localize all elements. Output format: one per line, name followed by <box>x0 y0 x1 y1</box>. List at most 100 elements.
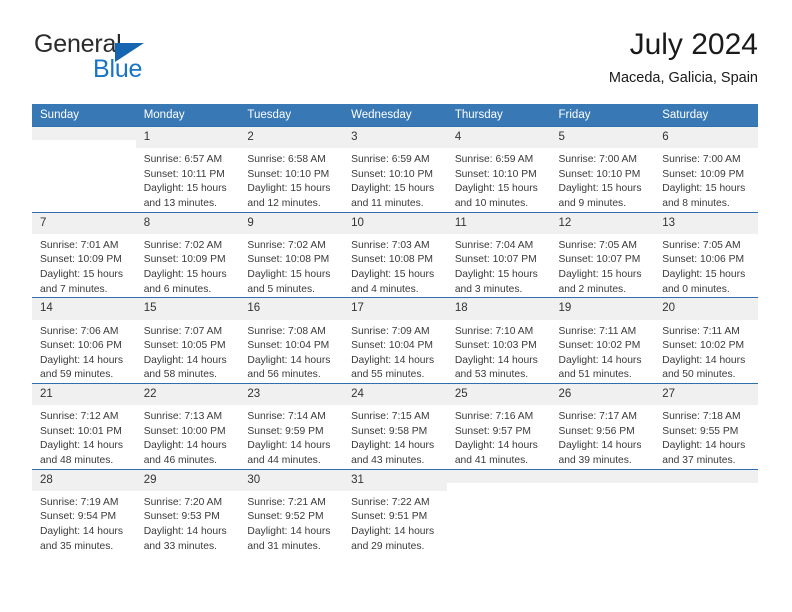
daylight-duration-line2: and 12 minutes. <box>247 198 321 210</box>
calendar-day-cell[interactable]: 16 Sunrise: 7:08 AM Sunset: 10:04 PM Daylig… <box>239 297 344 384</box>
calendar-day-cell[interactable]: 4 Sunrise: 6:59 AM Sunset: 10:10 PM Dayligh… <box>446 126 551 213</box>
day-number: 3 <box>343 127 447 149</box>
calendar-day-cell[interactable]: 9 Sunrise: 7:02 AM Sunset: 10:08 PM Dayligh… <box>239 211 344 298</box>
sunrise-time: Sunrise: 7:11 AM <box>558 325 637 337</box>
day-details: Sunrise: 7:02 AM Sunset: 10:09 PM Daylight… <box>136 234 240 297</box>
daylight-duration-line1: Daylight: 14 hours <box>40 354 123 366</box>
sunrise-time: Sunrise: 7:06 AM <box>40 325 119 337</box>
calendar-day-cell[interactable]: 14 Sunrise: 7:06 AM Sunset: 10:06 PM Daylig… <box>32 297 136 384</box>
daylight-duration-line1: Daylight: 14 hours <box>247 354 331 366</box>
sunrise-time: Sunrise: 6:59 AM <box>454 154 534 166</box>
sunset-time: Sunset: 10:10 PM <box>558 168 641 180</box>
calendar-day-cell[interactable]: 10 Sunrise: 7:03 AM Sunset: 10:08 PM Daylig… <box>343 211 447 298</box>
sunset-time: Sunset: 9:53 PM <box>143 511 220 523</box>
calendar-day-cell[interactable]: 22 Sunrise: 7:13 AM Sunset: 10:00 PM Daylig… <box>135 382 240 470</box>
calendar-day-cell[interactable]: 3 Sunrise: 6:59 AM Sunset: 10:10 PM Dayligh… <box>343 126 447 213</box>
calendar-day-cell[interactable]: 25 Sunrise: 7:16 AM Sunset: 9:57 PM Dayligh… <box>446 382 551 470</box>
daylight-duration-line1: Daylight: 15 hours <box>143 183 227 195</box>
day-number: 24 <box>343 383 447 406</box>
day-details: Sunrise: 7:12 AM Sunset: 10:01 PM Daylight… <box>32 405 136 468</box>
sunset-time: Sunset: 10:07 PM <box>558 254 641 266</box>
sunrise-time: Sunrise: 7:12 AM <box>40 411 119 423</box>
calendar-day-cell[interactable]: 2 Sunrise: 6:58 AM Sunset: 10:10 PM Dayligh… <box>239 126 344 213</box>
sunset-time: Sunset: 10:07 PM <box>454 254 537 266</box>
day-number: 29 <box>135 469 240 491</box>
daylight-duration-line2: and 55 minutes. <box>351 369 425 381</box>
calendar-day-cell[interactable]: 15 Sunrise: 7:07 AM Sunset: 10:05 PM Daylig… <box>135 297 240 384</box>
day-details: Sunrise: 7:05 AM Sunset: 10:06 PM Daylight… <box>654 234 758 297</box>
calendar-day-cell[interactable]: 12 Sunrise: 7:05 AM Sunset: 10:07 PM Daylig… <box>550 211 655 298</box>
day-number: 10 <box>343 212 447 234</box>
day-details: Sunrise: 7:05 AM Sunset: 10:07 PM Daylight… <box>551 234 655 297</box>
day-number: 27 <box>654 383 758 406</box>
calendar-day-cell[interactable]: 26 Sunrise: 7:17 AM Sunset: 9:56 PM Dayligh… <box>550 382 655 470</box>
day-number <box>32 127 136 140</box>
weekday-header-friday: Friday <box>550 104 655 127</box>
day-number: 18 <box>446 298 551 320</box>
calendar-day-cell[interactable]: 24 Sunrise: 7:15 AM Sunset: 9:58 PM Dayligh… <box>343 382 447 470</box>
calendar-day-cell[interactable]: 8 Sunrise: 7:02 AM Sunset: 10:09 PM Dayligh… <box>135 211 240 298</box>
sunset-time: Sunset: 9:55 PM <box>662 425 739 437</box>
day-number: 19 <box>550 298 655 320</box>
day-details: Sunrise: 7:06 AM Sunset: 10:06 PM Daylight… <box>32 320 136 383</box>
daylight-duration-line2: and 3 minutes. <box>454 283 523 295</box>
sunrise-time: Sunrise: 7:05 AM <box>558 239 637 251</box>
daylight-duration-line1: Daylight: 14 hours <box>143 526 227 538</box>
day-number: 26 <box>550 383 655 406</box>
day-number: 11 <box>446 212 551 234</box>
daylight-duration-line1: Daylight: 15 hours <box>454 183 538 195</box>
day-details: Sunrise: 7:16 AM Sunset: 9:57 PM Daylight:… <box>447 405 551 468</box>
sunrise-time: Sunrise: 7:20 AM <box>143 496 223 508</box>
sunset-time: Sunset: 10:02 PM <box>662 340 745 352</box>
daylight-duration-line2: and 4 minutes. <box>351 283 419 295</box>
daylight-duration-line1: Daylight: 14 hours <box>454 440 538 452</box>
calendar-day-cell[interactable]: 7 Sunrise: 7:01 AM Sunset: 10:09 PM Dayligh… <box>32 211 136 298</box>
day-details: Sunrise: 7:17 AM Sunset: 9:56 PM Daylight:… <box>551 405 655 468</box>
day-details: Sunrise: 7:00 AM Sunset: 10:10 PM Daylight… <box>551 148 655 211</box>
calendar-day-cell[interactable]: 21 Sunrise: 7:12 AM Sunset: 10:01 PM Daylig… <box>32 382 136 470</box>
calendar-day-cell[interactable]: 18 Sunrise: 7:10 AM Sunset: 10:03 PM Daylig… <box>446 297 551 384</box>
calendar-day-cell[interactable]: 6 Sunrise: 7:00 AM Sunset: 10:09 PM Dayligh… <box>654 126 758 213</box>
calendar-day-cell[interactable]: 13 Sunrise: 7:05 AM Sunset: 10:06 PM Daylig… <box>654 211 758 298</box>
sunset-time: Sunset: 9:52 PM <box>247 511 324 523</box>
calendar-day-cell[interactable]: 20 Sunrise: 7:11 AM Sunset: 10:02 PM Daylig… <box>654 297 758 384</box>
sunset-time: Sunset: 10:04 PM <box>351 340 433 352</box>
calendar-day-cell[interactable]: 31 Sunrise: 7:22 AM Sunset: 9:51 PM Dayligh… <box>343 468 447 555</box>
calendar-day-cell[interactable]: 11 Sunrise: 7:04 AM Sunset: 10:07 PM Daylig… <box>446 211 551 298</box>
calendar-day-cell[interactable]: 17 Sunrise: 7:09 AM Sunset: 10:04 PM Daylig… <box>343 297 447 384</box>
calendar-day-cell[interactable]: 30 Sunrise: 7:21 AM Sunset: 9:52 PM Dayligh… <box>239 468 344 555</box>
calendar-day-cell[interactable]: 27 Sunrise: 7:18 AM Sunset: 9:55 PM Dayligh… <box>654 382 758 470</box>
daylight-duration-line1: Daylight: 14 hours <box>247 440 331 452</box>
sunrise-time: Sunrise: 7:02 AM <box>143 239 223 251</box>
sunset-time: Sunset: 10:09 PM <box>143 254 226 266</box>
calendar-day-cell[interactable]: 5 Sunrise: 7:00 AM Sunset: 10:10 PM Dayligh… <box>550 126 655 213</box>
day-details: Sunrise: 7:07 AM Sunset: 10:05 PM Daylight… <box>136 320 240 383</box>
sunrise-time: Sunrise: 7:11 AM <box>662 325 740 337</box>
calendar-day-cell[interactable]: 23 Sunrise: 7:14 AM Sunset: 9:59 PM Dayligh… <box>239 382 344 470</box>
daylight-duration-line1: Daylight: 15 hours <box>143 269 227 281</box>
day-number: 1 <box>135 127 240 149</box>
sunrise-time: Sunrise: 7:19 AM <box>40 496 119 508</box>
calendar-day-cell[interactable]: 19 Sunrise: 7:11 AM Sunset: 10:02 PM Daylig… <box>550 297 655 384</box>
daylight-duration-line1: Daylight: 15 hours <box>247 183 331 195</box>
calendar-day-cell[interactable]: 28 Sunrise: 7:19 AM Sunset: 9:54 PM Dayligh… <box>32 468 136 555</box>
sunrise-time: Sunrise: 7:15 AM <box>351 411 430 423</box>
daylight-duration-line2: and 53 minutes. <box>454 369 529 381</box>
day-number: 21 <box>32 383 136 406</box>
daylight-duration-line1: Daylight: 14 hours <box>558 440 642 452</box>
calendar-day-cell-empty <box>654 468 758 555</box>
sunrise-time: Sunrise: 7:04 AM <box>454 239 534 251</box>
sunrise-time: Sunrise: 6:57 AM <box>143 154 223 166</box>
daylight-duration-line2: and 13 minutes. <box>143 198 217 210</box>
daylight-duration-line2: and 10 minutes. <box>454 198 529 210</box>
sunset-time: Sunset: 10:03 PM <box>454 340 537 352</box>
daylight-duration-line2: and 37 minutes. <box>662 455 736 467</box>
calendar-day-cell[interactable]: 29 Sunrise: 7:20 AM Sunset: 9:53 PM Dayligh… <box>135 468 240 555</box>
sunset-time: Sunset: 9:59 PM <box>247 425 324 437</box>
weekday-header-row: Sunday Monday Tuesday Wednesday Thursday Frid… <box>32 104 758 127</box>
sunset-time: Sunset: 10:08 PM <box>351 254 433 266</box>
sunrise-time: Sunrise: 7:16 AM <box>454 411 534 423</box>
daylight-duration-line1: Daylight: 15 hours <box>662 183 746 195</box>
calendar-day-cell[interactable]: 1 Sunrise: 6:57 AM Sunset: 10:11 PM Dayligh… <box>135 126 240 213</box>
day-number: 14 <box>32 298 136 320</box>
